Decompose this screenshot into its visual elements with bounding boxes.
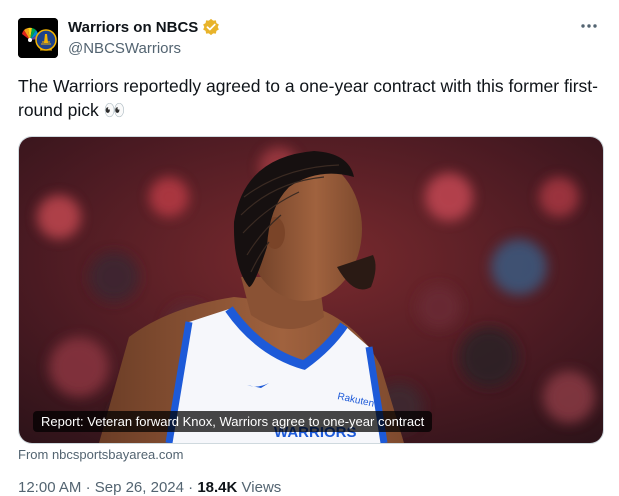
media-caption: Report: Veteran forward Knox, Warriors a… (33, 411, 433, 432)
views-label: Views (241, 479, 282, 496)
handle[interactable]: @NBCSWarriors (68, 40, 181, 57)
nbcs-warriors-logo-icon (18, 18, 58, 58)
verified-badge-icon (203, 18, 220, 36)
tweet-date[interactable]: Sep 26, 2024 (95, 479, 184, 496)
more-options-icon (581, 24, 597, 28)
media-card[interactable]: Rakuten WARRIORS Report: Veteran forward… (18, 136, 604, 444)
meta-separator: · (188, 479, 194, 496)
views-count: 18.4K (197, 479, 238, 496)
author-name-row[interactable]: Warriors on NBCS (68, 18, 220, 36)
tweet-time[interactable]: 12:00 AM (18, 479, 81, 496)
player-photo: Rakuten WARRIORS (19, 137, 603, 443)
more-options-button[interactable] (577, 14, 601, 38)
tweet-text: The Warriors reportedly agreed to a one-… (18, 76, 598, 120)
source-link[interactable]: From nbcsportsbayarea.com (18, 447, 183, 462)
meta-separator: · (85, 479, 91, 496)
tweet-metadata: 12:00 AM · Sep 26, 2024 · 18.4K Views (18, 479, 281, 496)
avatar[interactable] (18, 18, 58, 58)
display-name[interactable]: Warriors on NBCS (68, 19, 198, 36)
